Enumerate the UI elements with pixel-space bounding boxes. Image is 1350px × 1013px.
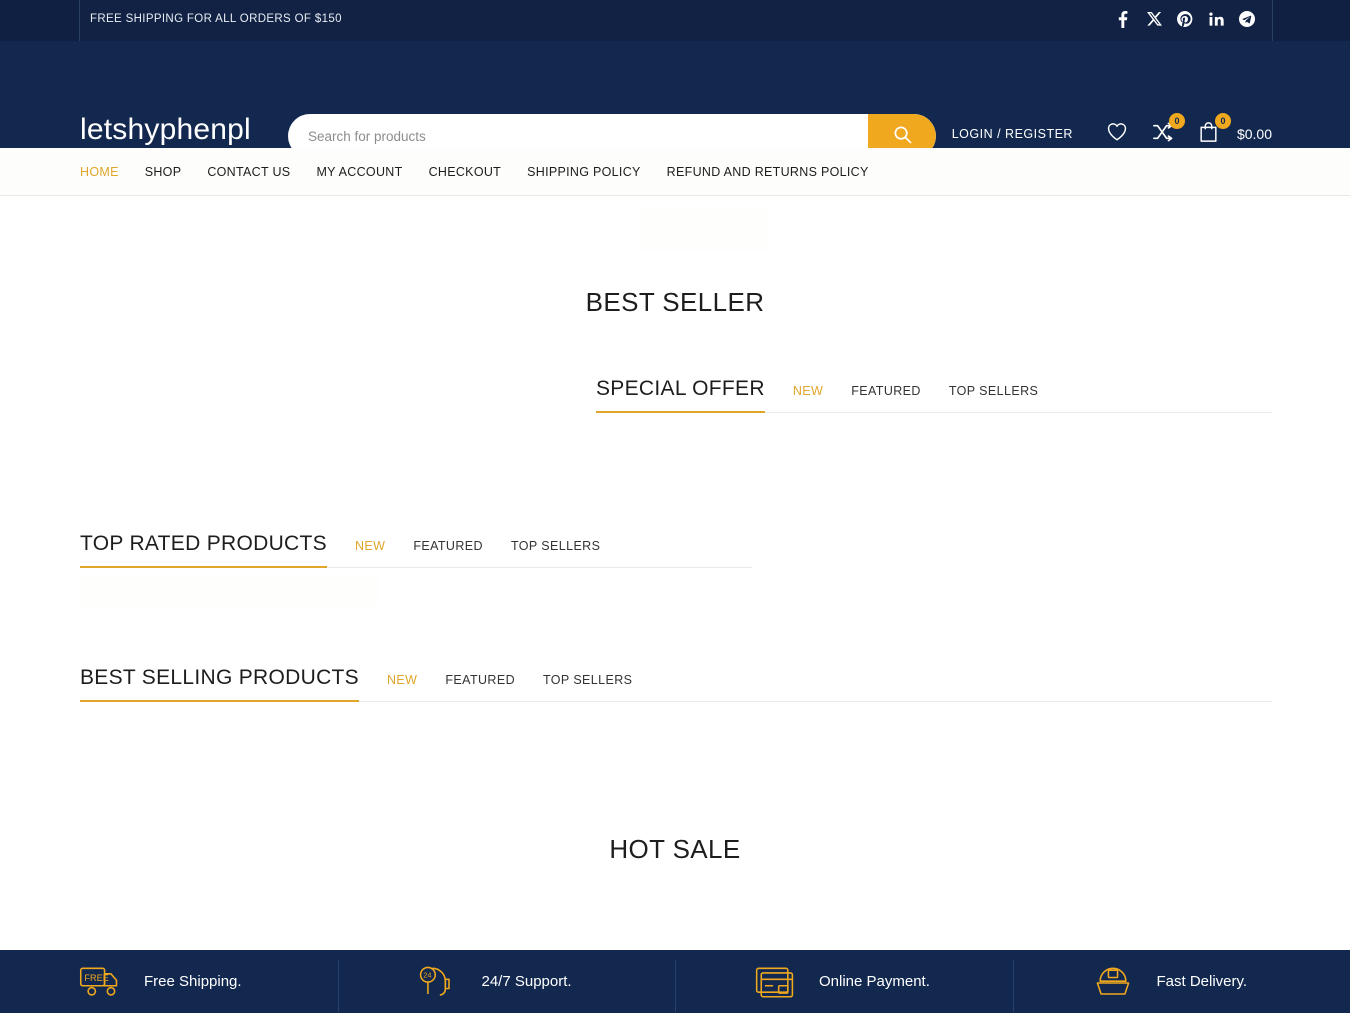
best-selling-tab-featured[interactable]: FEATURED — [445, 673, 515, 701]
special-offer-tab-top-sellers[interactable]: TOP SELLERS — [949, 384, 1038, 412]
nav-item-shop[interactable]: SHOP — [145, 165, 182, 179]
topbar-left-edge — [0, 0, 80, 41]
header-actions: LOGIN / REGISTER 0 0 — [952, 120, 1272, 148]
compare-button[interactable]: 0 — [1149, 120, 1177, 148]
credit-card-icon — [753, 961, 797, 1003]
feature-fast-delivery-label: Fast Delivery. — [1157, 973, 1248, 990]
top-announcement-bar: FREE SHIPPING FOR ALL ORDERS OF $150 — [0, 0, 1350, 41]
best-selling-products-title[interactable]: BEST SELLING PRODUCTS — [80, 666, 359, 702]
page-content: BEST SELLER SPECIAL OFFER NEW FEATURED T… — [0, 196, 1350, 950]
compare-count-badge: 0 — [1169, 113, 1185, 129]
search-icon — [893, 125, 912, 147]
cart-total-amount[interactable]: $0.00 — [1237, 126, 1272, 142]
login-register-link[interactable]: LOGIN / REGISTER — [952, 127, 1073, 141]
feature-free-shipping[interactable]: FREE Free Shipping. — [0, 950, 338, 1013]
nav-item-checkout[interactable]: CHECKOUT — [429, 165, 502, 179]
main-navigation: HOME SHOP CONTACT US MY ACCOUNT CHECKOUT… — [0, 148, 1350, 196]
topbar-right-edge — [1272, 0, 1350, 41]
feature-fast-delivery[interactable]: Fast Delivery. — [1013, 950, 1350, 1013]
top-rated-tab-top-sellers[interactable]: TOP SELLERS — [511, 539, 600, 567]
best-seller-heading: BEST SELLER — [0, 287, 1350, 318]
social-links — [1115, 10, 1255, 28]
special-offer-title[interactable]: SPECIAL OFFER — [596, 377, 765, 413]
cart-count-badge: 0 — [1215, 113, 1231, 129]
free-shipping-truck-icon: FREE — [78, 961, 122, 1003]
best-selling-tab-new[interactable]: NEW — [387, 673, 417, 701]
content-placeholder-top — [640, 206, 770, 251]
nav-item-my-account[interactable]: MY ACCOUNT — [316, 165, 402, 179]
hot-sale-heading: HOT SALE — [0, 834, 1350, 865]
telegram-icon[interactable] — [1239, 10, 1255, 28]
feature-online-payment[interactable]: Online Payment. — [675, 950, 1013, 1013]
features-bar: FREE Free Shipping. 24 24/7 Support. — [0, 950, 1350, 1013]
special-offer-tabs: SPECIAL OFFER NEW FEATURED TOP SELLERS — [596, 377, 1272, 413]
pinterest-icon[interactable] — [1177, 10, 1193, 28]
feature-support-label: 24/7 Support. — [482, 973, 572, 990]
nav-item-refund-returns-policy[interactable]: REFUND AND RETURNS POLICY — [667, 165, 869, 179]
feature-online-payment-label: Online Payment. — [819, 973, 930, 990]
best-selling-tab-top-sellers[interactable]: TOP SELLERS — [543, 673, 632, 701]
top-rated-tab-new[interactable]: NEW — [355, 539, 385, 567]
best-selling-products-tabs: BEST SELLING PRODUCTS NEW FEATURED TOP S… — [80, 666, 1272, 702]
nav-item-shipping-policy[interactable]: SHIPPING POLICY — [527, 165, 641, 179]
top-rated-products-title[interactable]: TOP RATED PRODUCTS — [80, 532, 327, 568]
delivery-cap-icon — [1091, 961, 1135, 1003]
nav-item-home[interactable]: HOME — [80, 165, 119, 179]
feature-free-shipping-label: Free Shipping. — [144, 973, 242, 990]
top-rated-products-tabs: TOP RATED PRODUCTS NEW FEATURED TOP SELL… — [80, 532, 752, 568]
special-offer-tab-new[interactable]: NEW — [793, 384, 823, 412]
linkedin-icon[interactable] — [1208, 10, 1224, 28]
free-shipping-message: FREE SHIPPING FOR ALL ORDERS OF $150 — [90, 13, 342, 25]
top-rated-tab-featured[interactable]: FEATURED — [413, 539, 483, 567]
site-logo[interactable]: letshyphenpl — [80, 115, 251, 145]
special-offer-tab-featured[interactable]: FEATURED — [851, 384, 921, 412]
site-header: letshyphenpl LOGIN / REGISTER — [0, 41, 1350, 148]
content-placeholder-toprated — [80, 576, 380, 606]
cart-button[interactable]: 0 — [1195, 120, 1223, 148]
support-headset-icon: 24 — [416, 961, 460, 1003]
svg-text:24: 24 — [423, 970, 431, 979]
feature-support[interactable]: 24 24/7 Support. — [338, 950, 676, 1013]
facebook-icon[interactable] — [1115, 10, 1131, 28]
x-twitter-icon[interactable] — [1146, 10, 1162, 28]
wishlist-button[interactable] — [1103, 120, 1131, 148]
nav-item-contact-us[interactable]: CONTACT US — [207, 165, 290, 179]
heart-icon — [1106, 121, 1128, 147]
